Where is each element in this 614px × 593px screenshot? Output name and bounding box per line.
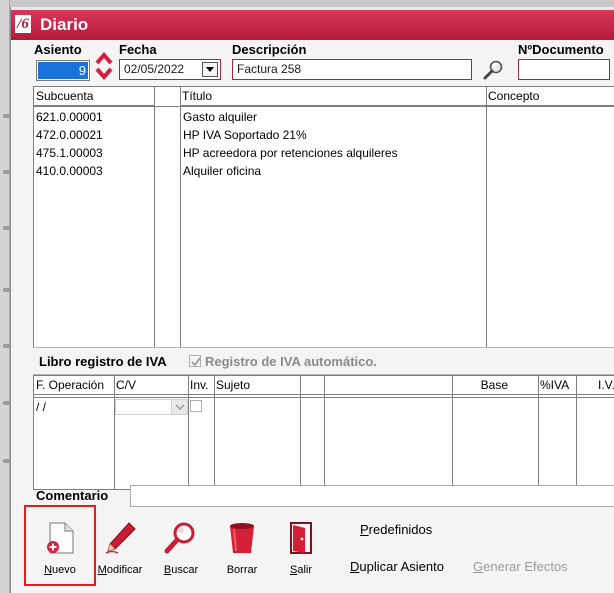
generar-efectos-button[interactable]: Generar Efectos — [473, 559, 568, 574]
iva-section-label: Libro registro de IVA — [39, 354, 167, 369]
table-row-subcuenta[interactable]: 472.0.00021 — [36, 126, 103, 144]
column-divider — [576, 376, 577, 489]
col-piva[interactable]: %IVA — [538, 376, 576, 395]
entries-table[interactable]: Subcuenta Título Concepto 621.0.00001 Ga… — [33, 86, 614, 348]
table-row-titulo[interactable]: HP acreedora por retenciones alquileres — [183, 144, 398, 162]
table-row-subcuenta[interactable]: 475.1.00003 — [36, 144, 103, 162]
modificar-label: Modificar — [97, 564, 143, 576]
col-cv[interactable]: C/V — [114, 376, 188, 395]
trash-bin-icon — [230, 523, 254, 553]
col-base[interactable]: Base — [452, 376, 538, 395]
fecha-select[interactable]: 02/05/2022 — [119, 59, 221, 80]
nuevo-label: Nuevo — [44, 564, 76, 576]
cv-select[interactable] — [115, 399, 188, 415]
borrar-button[interactable]: Borrar — [208, 510, 276, 582]
column-divider — [324, 376, 325, 489]
iva-auto-label: Registro de IVA automático. — [205, 354, 377, 369]
asiento-input[interactable]: 9 — [36, 60, 90, 81]
asiento-increase-button[interactable] — [95, 51, 113, 65]
column-divider — [188, 376, 189, 489]
table-row-titulo[interactable]: Alquiler oficina — [183, 162, 261, 180]
predefinidos-button[interactable]: Predefinidos — [360, 522, 432, 537]
modificar-button[interactable]: Modificar — [86, 510, 154, 582]
chevron-down-icon[interactable] — [171, 400, 187, 414]
comentario-input[interactable] — [130, 485, 614, 507]
col-blank-1[interactable] — [300, 376, 324, 395]
table-row-titulo[interactable]: Gasto alquiler — [183, 108, 257, 126]
chevron-down-icon — [95, 67, 113, 81]
table-row-subcuenta[interactable]: 621.0.00001 — [36, 108, 103, 126]
col-iva-amount[interactable]: I.V. — [576, 376, 614, 395]
fecha-label: Fecha — [119, 42, 157, 57]
column-divider — [114, 376, 115, 489]
search-button[interactable] — [481, 59, 505, 81]
column-divider — [154, 87, 155, 347]
title-bar[interactable]: /6 Diario — [11, 7, 614, 40]
header-divider — [34, 106, 614, 107]
ndocumento-label: NºDocumento — [518, 42, 604, 57]
new-document-icon — [47, 522, 74, 554]
col-inv[interactable]: Inv. — [188, 376, 214, 395]
ndocumento-input[interactable] — [518, 59, 610, 80]
magnifier-icon — [483, 60, 503, 80]
exit-door-icon — [290, 522, 312, 554]
column-divider — [214, 376, 215, 489]
column-divider — [538, 376, 539, 489]
duplicar-asiento-button[interactable]: Duplicar Asiento — [350, 559, 444, 574]
pen-icon — [105, 522, 136, 554]
magnifier-icon — [164, 522, 195, 554]
column-divider — [180, 87, 181, 347]
descripcion-value: Factura 258 — [237, 62, 302, 76]
iva-auto-checkbox[interactable] — [189, 355, 201, 367]
column-divider — [486, 87, 487, 347]
table-row-subcuenta[interactable]: 410.0.00003 — [36, 162, 103, 180]
asiento-decrease-button[interactable] — [95, 67, 113, 81]
iva-section: Libro registro de IVA Registro de IVA au… — [33, 347, 614, 375]
col-subcuenta[interactable]: Subcuenta — [34, 87, 154, 106]
f-operacion-cell[interactable]: / / — [36, 398, 46, 416]
col-titulo[interactable]: Título — [180, 87, 486, 106]
col-concepto[interactable]: Concepto — [486, 87, 614, 106]
nuevo-button[interactable]: Nuevo — [26, 510, 94, 582]
chevron-up-icon — [95, 51, 113, 65]
asiento-value: 9 — [78, 63, 86, 78]
buscar-button[interactable]: Buscar — [147, 510, 215, 582]
buscar-label: Buscar — [163, 564, 199, 576]
salir-label: Salir — [289, 564, 312, 576]
checkmark-icon — [191, 357, 201, 367]
asiento-label: Asiento — [34, 42, 82, 57]
window-frame-top — [0, 0, 614, 7]
column-divider — [300, 376, 301, 489]
diario-window: /6 Diario Asiento Fecha Descripción NºDo… — [10, 7, 614, 593]
column-divider — [452, 376, 453, 489]
fecha-value: 02/05/2022 — [124, 62, 185, 76]
comentario-label: Comentario — [36, 488, 109, 503]
descripcion-input[interactable]: Factura 258 — [232, 59, 472, 80]
inv-checkbox[interactable] — [190, 400, 202, 412]
app-logo-icon: /6 — [15, 15, 31, 33]
window-title: Diario — [40, 15, 89, 34]
table-row-titulo[interactable]: HP IVA Soportado 21% — [183, 126, 307, 144]
col-blank-2[interactable] — [324, 376, 452, 395]
col-sujeto[interactable]: Sujeto — [214, 376, 300, 395]
iva-table[interactable]: F. Operación C/V Inv. Sujeto Base %IVA I… — [33, 375, 614, 490]
binder-spine — [0, 0, 19, 593]
chevron-down-icon[interactable] — [202, 62, 218, 77]
descripcion-label: Descripción — [232, 42, 307, 57]
salir-button[interactable]: Salir — [267, 510, 335, 582]
col-f-operacion[interactable]: F. Operación — [34, 376, 114, 395]
borrar-label: Borrar — [226, 564, 258, 576]
